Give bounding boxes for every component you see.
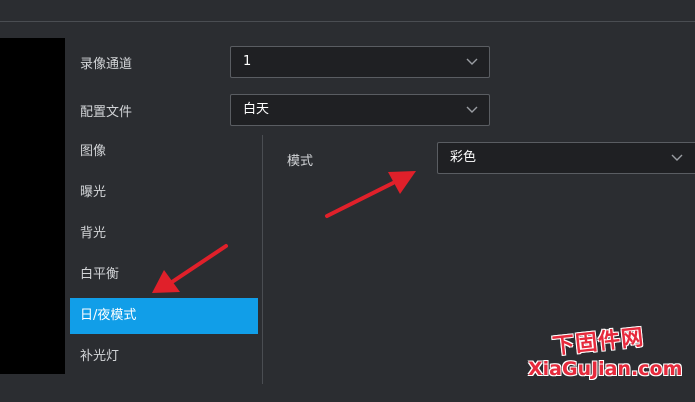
chevron-down-icon [466,58,478,65]
mode-select[interactable]: 彩色 [437,142,695,174]
menu-item-label: 日/夜模式 [80,308,137,323]
chevron-down-icon [466,106,478,113]
record-channel-label: 录像通道 [80,57,133,72]
config-file-value: 白天 [243,102,270,117]
record-channel-select[interactable]: 1 [230,46,490,78]
menu-item-fill-light[interactable]: 补光灯 [70,339,258,375]
chevron-down-icon [671,154,683,161]
watermark-domain: XiaGuJian.com [528,358,683,380]
config-file-label: 配置文件 [80,105,133,120]
menu-item-label: 白平衡 [80,267,120,282]
red-arrow-icon [325,171,416,218]
menu-item-exposure[interactable]: 曝光 [70,175,258,211]
panel-divider [262,135,263,384]
menu-item-label: 补光灯 [80,349,120,364]
config-file-select[interactable]: 白天 [230,94,490,126]
record-channel-value: 1 [243,54,252,69]
video-preview [0,38,65,374]
menu-item-label: 背光 [80,226,107,241]
menu-item-label: 图像 [80,144,107,159]
mode-label: 模式 [287,154,314,169]
menu-item-backlight[interactable]: 背光 [70,216,258,252]
menu-item-day-night-mode[interactable]: 日/夜模式 [70,298,258,334]
watermark-logo: 下固件网 [551,325,646,360]
menu-item-label: 曝光 [80,185,107,200]
mode-value: 彩色 [450,150,477,165]
menu-item-image[interactable]: 图像 [70,134,258,170]
top-divider [0,21,695,22]
menu-item-white-balance[interactable]: 白平衡 [70,257,258,293]
